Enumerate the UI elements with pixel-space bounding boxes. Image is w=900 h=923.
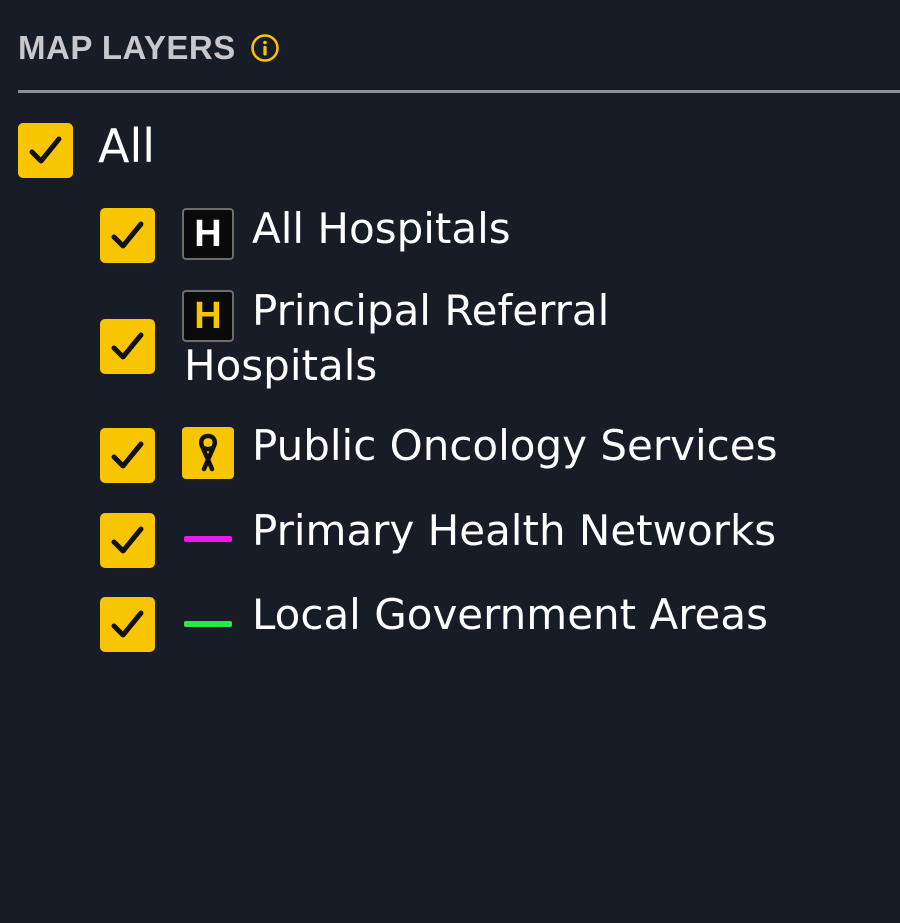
layer-row-primary-health-networks[interactable]: Primary Health Networks: [0, 506, 900, 572]
layer-checkbox-all-hospitals[interactable]: [100, 208, 155, 263]
layer-row-all[interactable]: All: [0, 119, 900, 184]
checkmark-icon: [111, 610, 144, 638]
layer-checkbox-all[interactable]: [18, 123, 73, 178]
hospital-h-yellow-icon: H: [182, 290, 234, 342]
layer-label-local-government-areas: Local Government Areas: [252, 590, 769, 639]
layer-checkbox-primary-health-networks[interactable]: [100, 513, 155, 568]
checkmark-icon: [111, 441, 144, 469]
layer-label-all: All: [98, 119, 156, 173]
map-layers-panel: MAP LAYERS All H All Hospitals H Princip…: [0, 0, 900, 923]
layer-label-principal-referral-line2: Hospitals: [184, 341, 378, 390]
layer-checkbox-local-government-areas[interactable]: [100, 597, 155, 652]
info-circle-icon[interactable]: [250, 33, 280, 63]
checkmark-icon: [29, 136, 62, 164]
layer-checkbox-public-oncology-services[interactable]: [100, 428, 155, 483]
layer-row-principal-referral-hospitals[interactable]: H Principal Referral Hospitals: [0, 285, 900, 397]
panel-title: MAP LAYERS: [18, 29, 236, 66]
layer-row-local-government-areas[interactable]: Local Government Areas: [0, 590, 900, 656]
layer-label-primary-health-networks: Primary Health Networks: [252, 506, 777, 555]
panel-header: MAP LAYERS: [18, 26, 280, 70]
magenta-line-icon: [184, 536, 232, 542]
layer-label-all-hospitals: All Hospitals: [252, 204, 511, 253]
layer-label-principal-referral-line1: Principal Referral: [252, 286, 610, 335]
layer-row-all-hospitals[interactable]: H All Hospitals: [0, 204, 900, 265]
layer-label-public-oncology-services: Public Oncology Services: [252, 421, 778, 470]
green-line-icon: [184, 621, 232, 627]
checkmark-icon: [111, 526, 144, 554]
layer-row-public-oncology-services[interactable]: Public Oncology Services: [0, 421, 900, 486]
checkmark-icon: [111, 221, 144, 249]
awareness-ribbon-icon: [182, 427, 234, 479]
layer-checkbox-principal-referral-hospitals[interactable]: [100, 319, 155, 374]
hospital-h-white-icon: H: [182, 208, 234, 260]
header-divider: [18, 90, 900, 93]
checkmark-icon: [111, 332, 144, 360]
